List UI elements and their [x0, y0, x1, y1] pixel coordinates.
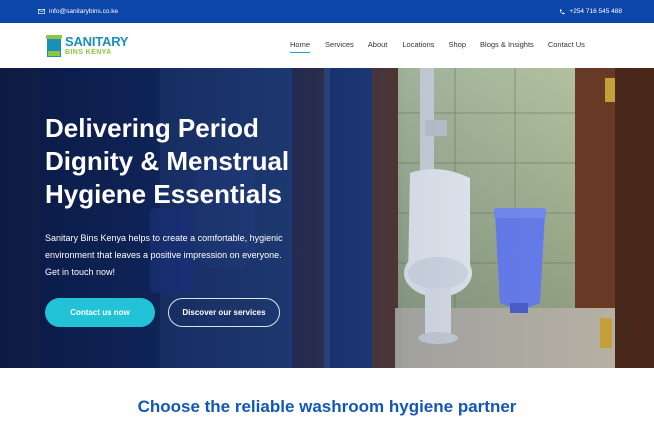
logo-line2: BINS KENYA: [65, 48, 112, 56]
nav-blogs-insights[interactable]: Blogs & Insights: [480, 40, 534, 53]
logo-line1: SANITARY: [65, 33, 129, 49]
site-logo[interactable]: SANITARY BINS KENYA: [46, 33, 129, 57]
hero-title-line1: Delivering Period: [45, 113, 259, 143]
nav-shop[interactable]: Shop: [449, 40, 467, 53]
hero-title: Delivering Period Dignity & Menstrual Hy…: [45, 112, 345, 211]
nav-about[interactable]: About: [368, 40, 388, 53]
mail-icon: [38, 9, 45, 14]
nav-locations[interactable]: Locations: [402, 40, 434, 53]
hero-title-line2: Dignity & Menstrual: [45, 146, 290, 176]
site-header: SANITARY BINS KENYA Home Services About …: [0, 23, 654, 68]
section-heading: Choose the reliable washroom hygiene par…: [137, 397, 517, 416]
topbar-email-text[interactable]: info@sanitarybins.co.ke: [49, 8, 118, 15]
top-contact-bar: info@sanitarybins.co.ke +254 716 545 488: [0, 0, 654, 23]
phone-icon: [559, 9, 565, 15]
hero-title-line3: Hygiene Essentials: [45, 179, 282, 209]
discover-services-button[interactable]: Discover our services: [168, 298, 280, 327]
contact-us-now-button[interactable]: Contact us now: [45, 298, 155, 327]
hero-subtitle-line1: Sanitary Bins Kenya helps to create a co…: [45, 233, 283, 243]
nav-contact-us[interactable]: Contact Us: [548, 40, 585, 53]
topbar-phone-text[interactable]: +254 716 545 488: [569, 8, 622, 15]
nav-home[interactable]: Home: [290, 40, 311, 53]
nav-services[interactable]: Services: [325, 40, 354, 53]
hero-subtitle-line3: Get in touch now!: [45, 267, 116, 277]
hero-subtitle-line2: environment that leaves a positive impre…: [45, 250, 282, 260]
main-nav: Home Services About Locations Shop Blogs…: [290, 40, 585, 53]
bin-logo-icon: [46, 33, 62, 57]
topbar-phone[interactable]: +254 716 545 488: [559, 8, 622, 15]
topbar-email[interactable]: info@sanitarybins.co.ke: [38, 8, 118, 15]
hero-subtitle: Sanitary Bins Kenya helps to create a co…: [45, 230, 345, 281]
